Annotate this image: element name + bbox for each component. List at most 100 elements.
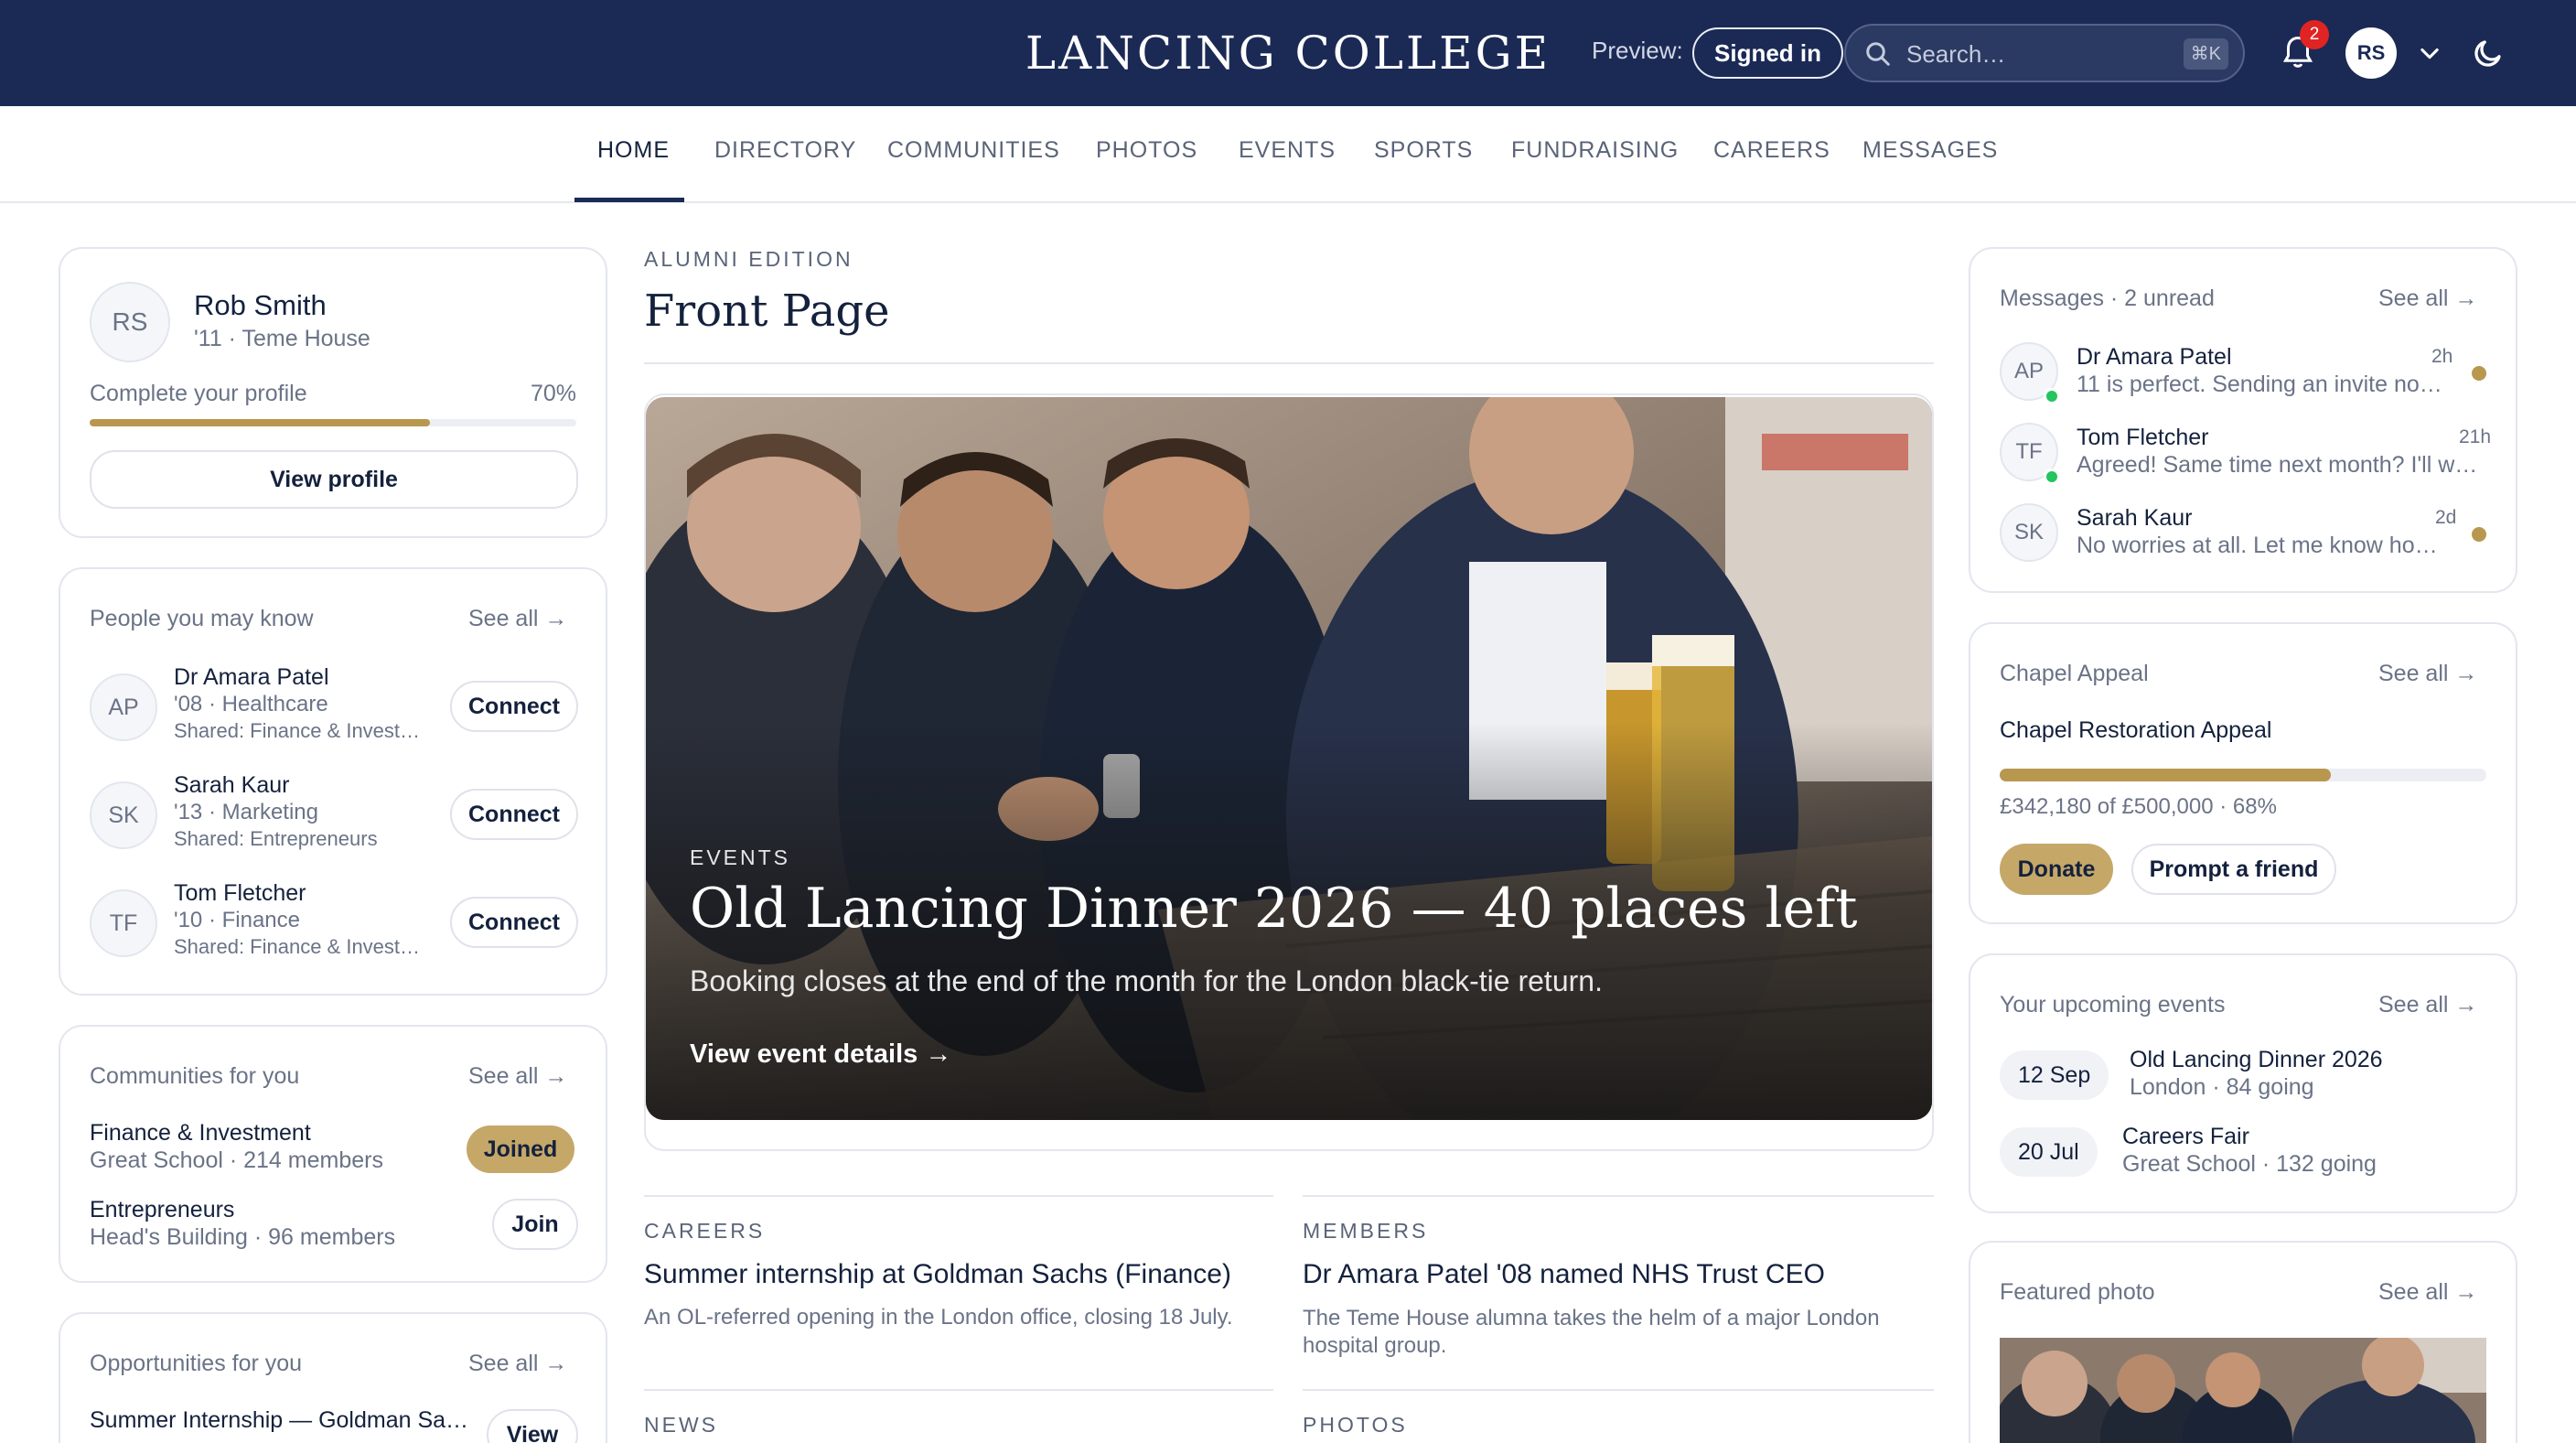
communities-title: Communities for you xyxy=(90,1063,300,1089)
online-indicator xyxy=(2044,468,2060,485)
avatar: AP xyxy=(90,673,157,741)
view-event-details-link[interactable]: View event details → xyxy=(690,1039,951,1070)
community-name[interactable]: Finance & Investment xyxy=(90,1120,311,1147)
person-meta: '13 · Marketing xyxy=(174,800,318,824)
message-sender[interactable]: Tom Fletcher xyxy=(2077,425,2208,451)
community-meta: Head's Building · 96 members xyxy=(90,1224,396,1250)
nav-sports[interactable]: SPORTS xyxy=(1374,137,1473,164)
edition-kicker: ALUMNI EDITION xyxy=(644,247,853,271)
message-preview[interactable]: Agreed! Same time next month? I'll w… xyxy=(2077,452,2488,479)
prompt-friend-button[interactable]: Prompt a friend xyxy=(2131,844,2336,895)
joined-button[interactable]: Joined xyxy=(467,1125,574,1173)
people-title: People you may know xyxy=(90,606,314,631)
nav-events[interactable]: EVENTS xyxy=(1239,137,1336,164)
opportunity-name[interactable]: Summer Internship — Goldman Sa… xyxy=(90,1407,468,1434)
arrow-right-icon: → xyxy=(544,1351,568,1376)
view-button[interactable]: View xyxy=(487,1409,578,1443)
person-shared: Shared: Finance & Invest… xyxy=(174,719,421,742)
message-time: 2h xyxy=(2431,346,2453,367)
event-meta: London · 84 going xyxy=(2130,1074,2314,1100)
nav-messages[interactable]: MESSAGES xyxy=(1862,137,1998,164)
message-preview[interactable]: 11 is perfect. Sending an invite no… xyxy=(2077,372,2442,398)
appeal-raised: £342,180 of £500,000 · 68% xyxy=(2000,794,2277,819)
unread-dot xyxy=(2472,527,2486,542)
message-preview[interactable]: No worries at all. Let me know ho… xyxy=(2077,533,2442,559)
view-profile-button[interactable]: View profile xyxy=(90,450,578,509)
unread-dot xyxy=(2472,366,2486,381)
event-meta: Great School · 132 going xyxy=(2122,1151,2377,1177)
preview-toggle[interactable]: Signed in xyxy=(1692,27,1843,79)
event-date: 20 Jul xyxy=(2000,1127,2098,1177)
featured-photo-image[interactable] xyxy=(2000,1338,2486,1443)
avatar: TF xyxy=(90,889,157,957)
story-title[interactable]: Dr Amara Patel '08 named NHS Trust CEO xyxy=(1303,1259,1825,1290)
online-indicator xyxy=(2044,388,2060,404)
arrow-right-icon: → xyxy=(2454,285,2478,311)
nav-photos[interactable]: PHOTOS xyxy=(1096,137,1197,164)
message-time: 21h xyxy=(2459,426,2492,447)
hero-title[interactable]: Old Lancing Dinner 2026 — 40 places left xyxy=(690,877,1858,941)
profile-complete-percent: 70% xyxy=(530,381,576,406)
page-title: Front Page xyxy=(644,285,890,337)
main-nav: HOME DIRECTORY COMMUNITIES PHOTOS EVENTS… xyxy=(0,106,2576,203)
join-button[interactable]: Join xyxy=(492,1199,578,1250)
people-see-all[interactable]: See all → xyxy=(468,606,567,632)
person-name[interactable]: Sarah Kaur xyxy=(174,772,289,799)
appeal-progress-fill xyxy=(2000,769,2331,781)
person-name[interactable]: Dr Amara Patel xyxy=(174,664,329,691)
donate-button[interactable]: Donate xyxy=(2000,844,2113,895)
hero-kicker: EVENTS xyxy=(690,845,791,869)
search-input[interactable]: Search… xyxy=(1906,40,2005,69)
person-shared: Shared: Finance & Invest… xyxy=(174,935,421,958)
appeal-see-all[interactable]: See all → xyxy=(2378,661,2477,687)
nav-active-indicator xyxy=(574,198,684,202)
community-name[interactable]: Entrepreneurs xyxy=(90,1197,234,1223)
arrow-right-icon: → xyxy=(2454,661,2478,686)
search-shortcut: ⌘K xyxy=(2183,38,2228,70)
moon-icon[interactable] xyxy=(2472,37,2505,70)
event-date: 12 Sep xyxy=(2000,1050,2109,1100)
nav-home[interactable]: HOME xyxy=(597,137,670,164)
event-name[interactable]: Old Lancing Dinner 2026 xyxy=(2130,1047,2383,1073)
search-box[interactable]: Search… ⌘K xyxy=(1844,24,2245,82)
story-title[interactable]: Summer internship at Goldman Sachs (Fina… xyxy=(644,1259,1231,1290)
opportunities-see-all[interactable]: See all → xyxy=(468,1351,567,1377)
appeal-name[interactable]: Chapel Restoration Appeal xyxy=(2000,717,2271,744)
message-sender[interactable]: Dr Amara Patel xyxy=(2077,344,2232,371)
people-card: People you may know See all → AP Dr Amar… xyxy=(59,567,607,996)
connect-button[interactable]: Connect xyxy=(450,789,578,840)
nav-careers[interactable]: CAREERS xyxy=(1713,137,1830,164)
profile-meta: '11 · Teme House xyxy=(194,326,370,351)
search-icon xyxy=(1866,42,1890,66)
profile-progress-fill xyxy=(90,419,431,426)
user-avatar[interactable]: RS xyxy=(2345,27,2397,79)
chevron-down-icon[interactable] xyxy=(2417,40,2442,66)
featured-photo-card: Featured photo See all → xyxy=(1969,1241,2517,1443)
nav-directory[interactable]: DIRECTORY xyxy=(714,137,856,164)
connect-button[interactable]: Connect xyxy=(450,681,578,732)
divider xyxy=(1303,1389,1934,1391)
appeal-title: Chapel Appeal xyxy=(2000,661,2149,686)
arrow-right-icon: → xyxy=(925,1039,952,1069)
event-name[interactable]: Careers Fair xyxy=(2122,1124,2249,1150)
arrow-right-icon: → xyxy=(544,1063,568,1089)
nav-communities[interactable]: COMMUNITIES xyxy=(887,137,1060,164)
hero-image[interactable]: EVENTS Old Lancing Dinner 2026 — 40 plac… xyxy=(646,397,1932,1120)
story-kicker: CAREERS xyxy=(644,1219,766,1243)
nav-fundraising[interactable]: FUNDRAISING xyxy=(1511,137,1679,164)
divider xyxy=(1303,1195,1934,1197)
messages-see-all[interactable]: See all → xyxy=(2378,285,2477,312)
connect-button[interactable]: Connect xyxy=(450,897,578,948)
avatar: RS xyxy=(90,282,170,362)
profile-progress-bar xyxy=(90,419,576,426)
events-see-all[interactable]: See all → xyxy=(2378,992,2477,1018)
communities-see-all[interactable]: See all → xyxy=(468,1063,567,1090)
messages-card: Messages · 2 unread See all → AP Dr Amar… xyxy=(1969,247,2517,593)
community-meta: Great School · 214 members xyxy=(90,1147,383,1173)
message-sender[interactable]: Sarah Kaur xyxy=(2077,505,2192,532)
profile-name[interactable]: Rob Smith xyxy=(194,289,327,322)
appeal-card: Chapel Appeal See all → Chapel Restorati… xyxy=(1969,622,2517,924)
arrow-right-icon: → xyxy=(544,606,568,631)
featured-photo-see-all[interactable]: See all → xyxy=(2378,1279,2477,1306)
person-name[interactable]: Tom Fletcher xyxy=(174,880,306,907)
